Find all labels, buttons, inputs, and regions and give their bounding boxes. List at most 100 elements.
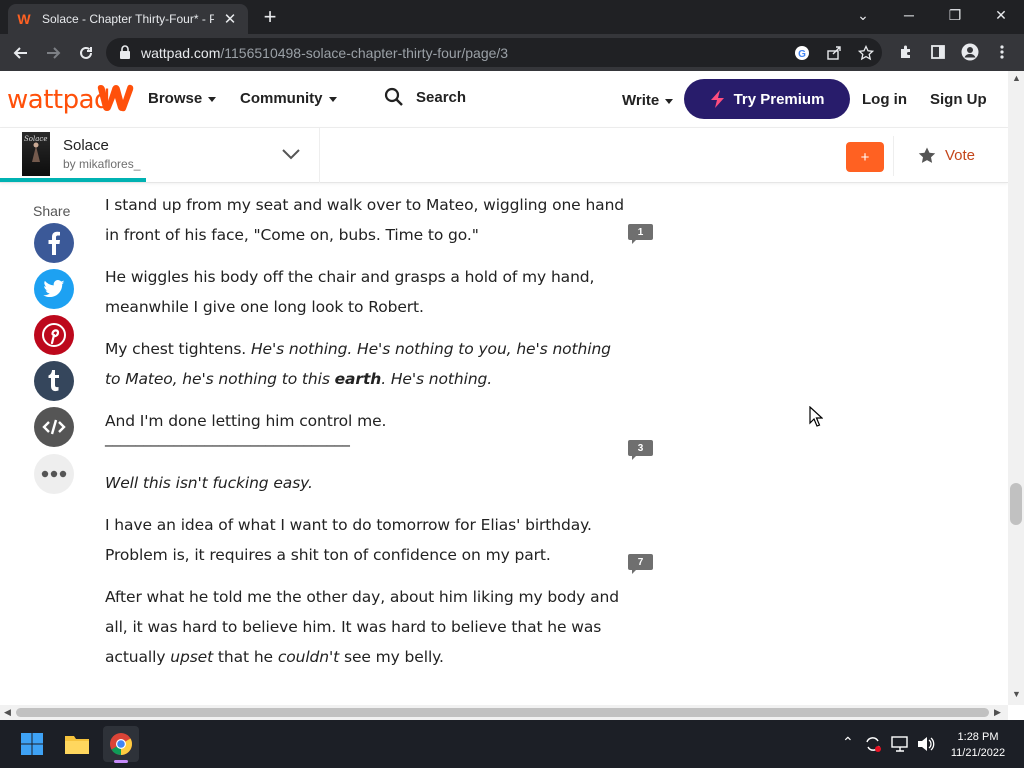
paragraph[interactable]: I stand up from my seat and walk over to… xyxy=(105,190,625,250)
start-button[interactable] xyxy=(14,726,50,762)
vertical-scroll-thumb[interactable] xyxy=(1010,483,1022,525)
windows-taskbar: ⌃ 1:28 PM 11/21/2022 xyxy=(0,720,1024,768)
url-path: /1156510498-solace-chapter-thirty-four/p… xyxy=(220,45,509,61)
add-to-library-button[interactable]: + xyxy=(846,142,884,172)
address-bar[interactable]: wattpad.com/1156510498-solace-chapter-th… xyxy=(106,38,882,67)
divider xyxy=(319,128,320,183)
scroll-left-arrow-icon[interactable]: ◀ xyxy=(4,707,11,718)
share-page-icon[interactable] xyxy=(824,43,844,63)
try-premium-button[interactable]: Try Premium xyxy=(684,79,850,119)
story-cover[interactable]: Solace xyxy=(22,132,50,176)
share-twitter-button[interactable] xyxy=(34,269,74,309)
story-title[interactable]: Solace xyxy=(63,137,109,154)
reload-icon xyxy=(80,46,92,59)
chevron-down-icon[interactable] xyxy=(279,145,303,163)
paragraph[interactable]: Well this isn't fucking easy. xyxy=(105,468,625,498)
close-window-button[interactable]: ✕ xyxy=(978,0,1024,30)
tab-search-icon[interactable]: ⌄ xyxy=(840,0,886,30)
cover-figure-icon xyxy=(32,142,40,162)
file-explorer-button[interactable] xyxy=(59,726,95,762)
volume-icon[interactable] xyxy=(917,736,935,752)
story-bar: Solace Solace by mikaflores_ + Vote xyxy=(0,128,1008,183)
side-panel-icon[interactable] xyxy=(927,41,949,63)
comment-bubble-icon xyxy=(632,455,637,460)
new-tab-button[interactable]: + xyxy=(258,5,282,29)
embed-code-icon xyxy=(42,419,66,435)
share-facebook-button[interactable] xyxy=(34,223,74,263)
reload-button[interactable] xyxy=(73,40,99,66)
extensions-icon[interactable] xyxy=(895,41,917,63)
wattpad-w-logo-icon[interactable] xyxy=(96,83,134,113)
paragraph-text: My chest tightens. xyxy=(105,340,251,358)
comment-bubble-icon xyxy=(632,239,637,244)
wattpad-logo[interactable]: wattpad xyxy=(7,85,111,115)
sync-icon[interactable] xyxy=(864,735,882,753)
share-tumblr-button[interactable] xyxy=(34,361,74,401)
chevron-down-icon xyxy=(665,99,674,104)
community-menu[interactable]: Community xyxy=(240,90,337,107)
paragraph[interactable]: He wiggles his body off the chair and gr… xyxy=(105,262,625,322)
mouse-cursor-icon xyxy=(809,406,823,427)
browser-titlebar: W Solace - Chapter Thirty-Four* - Pa ✕ +… xyxy=(0,0,1024,34)
tab-close-icon[interactable]: ✕ xyxy=(222,10,238,28)
bookmark-star-icon[interactable] xyxy=(856,43,876,63)
story-author[interactable]: by mikaflores_ xyxy=(63,157,140,171)
restore-button[interactable]: ❐ xyxy=(932,0,978,30)
horizontal-scroll-thumb[interactable] xyxy=(16,708,989,717)
profile-avatar-icon[interactable] xyxy=(959,41,981,63)
browser-tab[interactable]: W Solace - Chapter Thirty-Four* - Pa ✕ xyxy=(8,4,248,34)
browse-label: Browse xyxy=(148,90,203,107)
scroll-down-arrow-icon[interactable]: ▼ xyxy=(1012,689,1021,699)
url-text[interactable]: wattpad.com/1156510498-solace-chapter-th… xyxy=(141,45,508,61)
chrome-menu-icon[interactable] xyxy=(991,41,1013,63)
log-in-link[interactable]: Log in xyxy=(862,91,907,108)
chrome-taskbar-button[interactable] xyxy=(103,726,139,763)
paragraph[interactable]: After what he told me the other day, abo… xyxy=(105,582,625,672)
inline-comment-button[interactable]: 3 xyxy=(628,440,653,460)
google-lens-icon[interactable]: G xyxy=(792,43,812,63)
forward-button[interactable] xyxy=(40,40,66,66)
system-clock[interactable]: 1:28 PM 11/21/2022 xyxy=(944,729,1012,761)
scroll-right-arrow-icon[interactable]: ▶ xyxy=(994,707,1001,718)
sign-up-link[interactable]: Sign Up xyxy=(930,91,987,108)
inline-comment-button[interactable]: 7 xyxy=(628,554,653,574)
vote-button[interactable]: Vote xyxy=(918,147,975,164)
browser-toolbar: wattpad.com/1156510498-solace-chapter-th… xyxy=(0,34,1024,71)
browse-menu[interactable]: Browse xyxy=(148,90,217,107)
bold-text: earth xyxy=(334,370,382,388)
inline-comment-button[interactable]: 1 xyxy=(628,224,653,244)
tab-title: Solace - Chapter Thirty-Four* - Pa xyxy=(42,12,214,26)
star-icon xyxy=(918,147,936,163)
forward-arrow-icon xyxy=(47,47,61,59)
write-menu[interactable]: Write xyxy=(622,92,674,109)
minimize-button[interactable]: ─ xyxy=(886,0,932,30)
search-button[interactable]: Search xyxy=(384,87,466,107)
comment-count: 1 xyxy=(628,224,653,240)
pinterest-icon xyxy=(42,323,66,347)
share-pinterest-button[interactable] xyxy=(34,315,74,355)
lightning-icon xyxy=(710,90,724,108)
share-embed-button[interactable] xyxy=(34,407,74,447)
italic-text: . He's nothing. xyxy=(381,370,493,388)
site-header: wattpad Browse Community Search Write Tr… xyxy=(0,71,1008,128)
twitter-icon xyxy=(43,280,65,298)
story-text: I stand up from my seat and walk over to… xyxy=(105,190,625,684)
comment-count: 3 xyxy=(628,440,653,456)
paragraph[interactable]: My chest tightens. He's nothing. He's no… xyxy=(105,334,625,394)
italic-text: couldn't xyxy=(277,648,340,666)
vertical-scrollbar[interactable]: ▲ ▼ xyxy=(1008,71,1024,705)
share-more-button[interactable] xyxy=(34,454,74,494)
reading-progress-bar xyxy=(0,178,147,182)
network-icon[interactable] xyxy=(891,736,909,752)
facebook-icon xyxy=(48,231,60,255)
paragraph[interactable]: I have an idea of what I want to do tomo… xyxy=(105,510,625,570)
vote-label: Vote xyxy=(945,147,976,164)
back-button[interactable] xyxy=(8,40,34,66)
show-hidden-icons-chevron-up-icon[interactable]: ⌃ xyxy=(842,734,854,751)
horizontal-scrollbar[interactable]: ◀ ▶ xyxy=(0,705,1008,720)
lock-icon[interactable] xyxy=(118,45,132,60)
italic-text: Well this isn't fucking easy. xyxy=(105,474,313,492)
scroll-up-arrow-icon[interactable]: ▲ xyxy=(1012,73,1021,83)
comment-count: 7 xyxy=(628,554,653,570)
tumblr-icon xyxy=(48,370,59,392)
